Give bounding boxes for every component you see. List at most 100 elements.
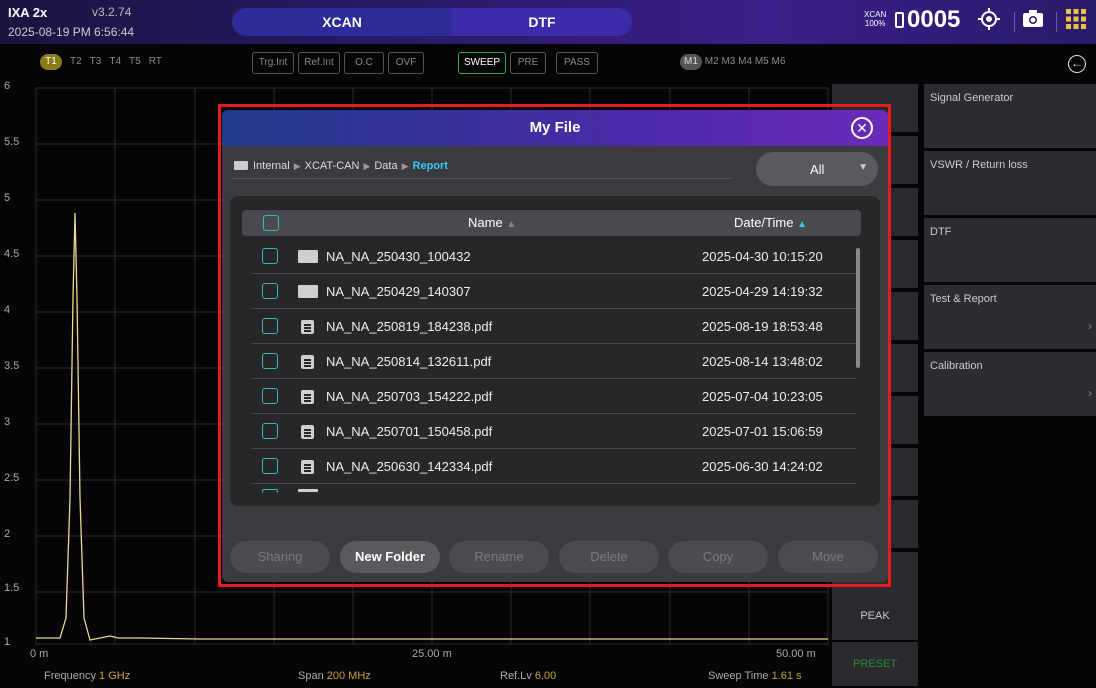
sort-up-icon: ▲: [506, 219, 517, 230]
status-pass[interactable]: PASS: [556, 52, 598, 74]
trace-t2[interactable]: T2: [70, 56, 82, 67]
column-name[interactable]: Name ▲: [468, 215, 516, 230]
top-bar: IXA 2x v3.2.74 2025-08-19 PM 6:56:44 XCA…: [0, 0, 1096, 44]
back-arrow-icon[interactable]: ←: [1068, 55, 1086, 73]
marker-selector: M1 M2 M3 M4 M5 M6: [680, 54, 785, 70]
file-name: NA_NA_250430_100432: [326, 249, 471, 264]
menu-dtf[interactable]: DTF: [924, 218, 1096, 282]
menu-vswr-return-loss[interactable]: VSWR / Return loss: [924, 151, 1096, 215]
marker-m3[interactable]: M3: [721, 56, 735, 67]
chevron-right-icon: ›: [1088, 386, 1092, 400]
trace-t4[interactable]: T4: [109, 56, 121, 67]
gps-target-icon[interactable]: [975, 8, 1003, 36]
sharing-button[interactable]: Sharing: [230, 541, 330, 573]
folder-icon: [298, 250, 318, 263]
file-row[interactable]: NA_NA_250819_184238.pdf 2025-08-19 18:53…: [252, 310, 856, 344]
status-sweep[interactable]: SWEEP: [458, 52, 506, 74]
copy-button[interactable]: Copy: [668, 541, 768, 573]
preset-button[interactable]: PRESET: [832, 642, 918, 686]
folder-icon: [298, 285, 318, 298]
file-row[interactable]: NA_NA_250703_154222.pdf 2025-07-04 10:23…: [252, 380, 856, 414]
file-date: 2025-07-01 15:06:59: [702, 424, 823, 439]
menu-test-report[interactable]: Test & Report ›: [924, 285, 1096, 349]
file-row[interactable]: NA_NA_250814_132611.pdf 2025-08-14 13:48…: [252, 345, 856, 379]
status-ovf[interactable]: OVF: [388, 52, 424, 74]
filter-value: All: [810, 162, 825, 177]
document-icon: [301, 320, 314, 334]
y-tick-label: 3.5: [4, 360, 20, 372]
folder-icon: [298, 489, 318, 492]
row-checkbox[interactable]: [262, 423, 278, 439]
file-counter: 0005: [907, 6, 961, 33]
camera-icon[interactable]: [1019, 8, 1047, 36]
chevron-right-icon: ›: [1088, 319, 1092, 333]
y-tick-label: 5.5: [4, 136, 20, 148]
my-file-dialog: My File ✕ Internal ▶ XCAT-CAN ▶ Data ▶ Report …: [222, 110, 888, 582]
marker-m6[interactable]: M6: [772, 56, 786, 67]
trace-t1[interactable]: T1: [40, 54, 62, 70]
file-row[interactable]: NA_NA_250701_150458.pdf 2025-07-01 15:06…: [252, 415, 856, 449]
breadcrumb-xcat-can[interactable]: XCAT-CAN: [305, 160, 360, 172]
file-list-scrollbar[interactable]: [856, 248, 860, 368]
y-tick-label: 5: [4, 192, 11, 204]
select-all-checkbox[interactable]: [263, 215, 279, 231]
battery-icon: [895, 12, 904, 28]
marker-m5[interactable]: M5: [755, 56, 769, 67]
delete-button[interactable]: Delete: [559, 541, 659, 573]
dialog-header: My File ✕: [222, 110, 888, 146]
marker-m2[interactable]: M2: [705, 56, 719, 67]
trace-t5[interactable]: T5: [129, 56, 141, 67]
new-folder-button[interactable]: New Folder: [340, 541, 440, 573]
status-oc[interactable]: O.C: [344, 52, 384, 74]
breadcrumb-report[interactable]: Report: [413, 160, 448, 172]
trace-t3[interactable]: T3: [90, 56, 102, 67]
file-row[interactable]: NA_NA_250429_140307 2025-04-29 14:19:32: [252, 275, 856, 309]
mode-dtf-tab[interactable]: DTF: [452, 8, 632, 36]
x-tick-label: 0 m: [30, 648, 49, 660]
dialog-title: My File: [529, 119, 581, 136]
row-checkbox[interactable]: [262, 388, 278, 404]
file-name: NA_NA_250429_140307: [326, 284, 471, 299]
dropdown-arrow-icon: ▼: [858, 162, 868, 173]
peak-button[interactable]: PEAK: [832, 592, 918, 640]
rename-button[interactable]: Rename: [449, 541, 549, 573]
marker-m1[interactable]: M1: [680, 54, 702, 70]
file-row-partial[interactable]: [252, 485, 856, 506]
column-datetime[interactable]: Date/Time ▲: [734, 215, 807, 230]
status-trg-int[interactable]: Trg.Int: [252, 52, 294, 74]
toolbar-separator: [1056, 12, 1057, 32]
breadcrumb-data[interactable]: Data: [374, 160, 397, 172]
menu-calibration[interactable]: Calibration ›: [924, 352, 1096, 416]
mode-xcan-tab[interactable]: XCAN: [232, 8, 452, 36]
row-checkbox[interactable]: [262, 353, 278, 369]
toolbar-separator: [1014, 12, 1015, 32]
row-checkbox[interactable]: [262, 489, 278, 493]
row-checkbox[interactable]: [262, 458, 278, 474]
file-date: 2025-04-30 10:15:20: [702, 249, 823, 264]
x-tick-label: 50.00 m: [776, 648, 816, 660]
row-checkbox[interactable]: [262, 283, 278, 299]
firmware-version: v3.2.74: [92, 5, 132, 19]
status-ref-int[interactable]: Ref.Int: [298, 52, 340, 74]
row-checkbox[interactable]: [262, 318, 278, 334]
system-datetime: 2025-08-19 PM 6:56:44: [8, 25, 135, 39]
file-row[interactable]: NA_NA_250630_142334.pdf 2025-06-30 14:24…: [252, 450, 856, 484]
trace-rt[interactable]: RT: [149, 56, 162, 67]
file-name: NA_NA_250814_132611.pdf: [326, 354, 492, 369]
status-pre[interactable]: PRE: [510, 52, 546, 74]
close-icon[interactable]: ✕: [851, 117, 873, 139]
document-icon: [301, 355, 314, 369]
document-icon: [301, 425, 314, 439]
row-checkbox[interactable]: [262, 248, 278, 264]
breadcrumb: Internal ▶ XCAT-CAN ▶ Data ▶ Report: [234, 160, 448, 172]
apps-grid-icon[interactable]: [1062, 8, 1090, 36]
move-button[interactable]: Move: [778, 541, 878, 573]
xcan-battery-badge: XCAN 100%: [864, 10, 887, 28]
menu-signal-generator[interactable]: Signal Generator: [924, 84, 1096, 148]
breadcrumb-internal[interactable]: Internal: [253, 160, 290, 172]
file-type-filter[interactable]: All ▼: [756, 152, 878, 186]
marker-m4[interactable]: M4: [738, 56, 752, 67]
y-tick-label: 1: [4, 636, 11, 648]
sweep-time-readout: Sweep Time 1.61 s: [708, 670, 802, 682]
file-row[interactable]: NA_NA_250430_100432 2025-04-30 10:15:20: [252, 240, 856, 274]
